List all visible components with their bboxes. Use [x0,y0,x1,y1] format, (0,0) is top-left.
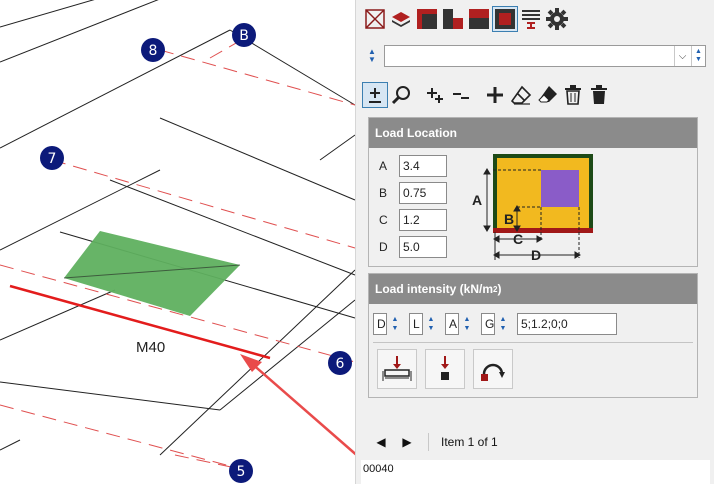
nav-separator [428,433,429,451]
item-navigation: ◀ ▶ Item 1 of 1 [368,431,498,453]
load-code-row: D ▲ ▼ L ▲ ▼ A ▲ ▼ G ▲ ▼ 5;1.2;0;0 [373,313,617,335]
distributed-load-icon [382,356,412,381]
location-input-c[interactable]: 1.2 [399,209,447,231]
location-row-b: B 0.75 [379,182,447,204]
load-location-diagram: A B C D [472,154,593,263]
beam-section-icon[interactable] [518,6,544,32]
item-counter: Item 1 of 1 [441,435,498,449]
load-location-title: Load Location [369,118,697,148]
diagram-label-b: B [504,211,514,227]
svg-text:6: 6 [336,356,345,372]
gear-icon[interactable] [544,6,570,32]
eraser-icon[interactable] [508,82,534,108]
location-label-d: D [379,240,388,254]
load-intensity-title-end: ) [497,282,502,296]
location-row-a: A 3.4 [379,155,447,177]
add-multiple-icon[interactable] [422,82,448,108]
code-box-d[interactable]: D [373,313,387,335]
slab-front-icon[interactable] [414,6,440,32]
svg-text:5: 5 [237,464,246,480]
next-item-button[interactable]: ▶ [394,435,420,449]
location-label-c: C [379,213,388,227]
code-spin-l[interactable]: ▲ ▼ [425,313,437,335]
svg-text:7: 7 [48,151,57,167]
code-box-g[interactable]: G [481,313,495,335]
subtract-icon[interactable] [448,82,474,108]
moment-load-button[interactable] [473,349,513,389]
grid-bubble-6[interactable]: 6 [328,351,352,375]
trash-icon[interactable] [560,82,586,108]
grid-bubble-b[interactable]: B [232,23,256,47]
edit-toolbar [362,82,612,108]
slab-back-icon[interactable] [440,6,466,32]
layers-icon[interactable] [388,6,414,32]
diagram-label-a: A [472,192,482,208]
code-spin-a[interactable]: ▲ ▼ [461,313,473,335]
chevron-down-icon[interactable]: ⌵ [674,46,690,66]
location-row-d: D 5.0 [379,236,447,258]
diagram-label-c: C [513,231,523,247]
svg-text:B: B [239,28,249,44]
status-field[interactable]: 00040 [361,460,710,484]
add-icon[interactable] [482,82,508,108]
point-load-button[interactable] [425,349,465,389]
location-row-c: C 1.2 [379,209,447,231]
eraser-solid-icon[interactable] [534,82,560,108]
delete-view-icon[interactable] [362,6,388,32]
slab-selected-icon[interactable] [492,6,518,32]
selector-spinner[interactable]: ▲ ▼ [366,46,378,66]
location-input-b[interactable]: 0.75 [399,182,447,204]
selector-row: ▲ ▼ ⌵ ▲ ▼ [366,45,706,67]
location-input-a[interactable]: 3.4 [399,155,447,177]
view-toolbar [362,6,570,32]
prev-item-button[interactable]: ◀ [368,435,394,449]
load-panel: ▲ ▼ ⌵ ▲ ▼ Load Location A 3.4 B 0.75 C 1… [355,0,714,484]
member-label: M40 [136,339,165,356]
combo-spin-icon[interactable]: ▲ ▼ [691,46,705,66]
location-label-a: A [379,159,388,173]
code-box-a[interactable]: A [445,313,459,335]
load-intensity-section: Load intensity (kN/m 2) D ▲ ▼ L ▲ ▼ A ▲ ▼ G … [368,273,698,398]
code-spin-d[interactable]: ▲ ▼ [389,313,401,335]
location-input-d[interactable]: 5.0 [399,236,447,258]
distributed-load-button[interactable] [377,349,417,389]
load-values-input[interactable]: 5;1.2;0;0 [517,313,617,335]
load-intensity-title-main: Load intensity (kN/m [375,282,494,296]
load-intensity-title: Load intensity (kN/m 2) [369,274,697,304]
grid-bubble-7[interactable]: 7 [40,146,64,170]
selector-combo[interactable]: ⌵ ▲ ▼ [384,45,706,67]
grid-bubble-8[interactable]: 8 [141,38,165,62]
load-area[interactable] [64,231,240,316]
section-divider [373,342,693,343]
slab-dark-icon[interactable] [466,6,492,32]
load-location-section: Load Location A 3.4 B 0.75 C 1.2 D 5.0 A… [368,117,698,267]
location-label-b: B [379,186,388,200]
code-spin-g[interactable]: ▲ ▼ [497,313,509,335]
code-box-l[interactable]: L [409,313,423,335]
point-load-icon [441,356,449,380]
moment-load-icon [481,363,505,381]
grid-bubble-5[interactable]: 5 [229,459,253,483]
diagram-label-d: D [531,247,541,263]
slab-edges [0,0,356,456]
plus-minus-icon[interactable] [362,82,388,108]
svg-text:8: 8 [149,43,158,59]
magnifier-icon[interactable] [388,82,414,108]
trash-solid-icon[interactable] [586,82,612,108]
